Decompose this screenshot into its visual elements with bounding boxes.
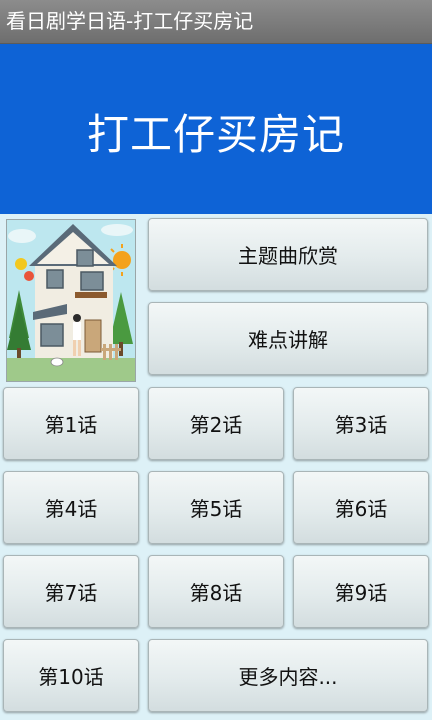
episode-1-button[interactable]: 第1话 <box>3 387 139 460</box>
episode-3-button[interactable]: 第3话 <box>293 387 429 460</box>
episode-6-button[interactable]: 第6话 <box>293 471 429 544</box>
drama-cover-image <box>6 219 136 382</box>
house-illustration <box>7 220 135 381</box>
episode-4-button[interactable]: 第4话 <box>3 471 139 544</box>
episode-10-button[interactable]: 第10话 <box>3 639 139 712</box>
title-bar: 看日剧学日语-打工仔买房记 <box>0 0 432 44</box>
episode-2-button[interactable]: 第2话 <box>148 387 284 460</box>
window-title: 看日剧学日语-打工仔买房记 <box>6 9 254 33</box>
banner-title: 打工仔买房记 <box>86 109 345 159</box>
theme-song-button[interactable]: 主题曲欣赏 <box>148 218 428 291</box>
episode-9-button[interactable]: 第9话 <box>293 555 429 628</box>
more-content-button[interactable]: 更多内容... <box>148 639 428 712</box>
header-banner: 打工仔买房记 <box>0 44 432 214</box>
episode-7-button[interactable]: 第7话 <box>3 555 139 628</box>
difficulties-button[interactable]: 难点讲解 <box>148 302 428 375</box>
episode-5-button[interactable]: 第5话 <box>148 471 284 544</box>
episode-8-button[interactable]: 第8话 <box>148 555 284 628</box>
